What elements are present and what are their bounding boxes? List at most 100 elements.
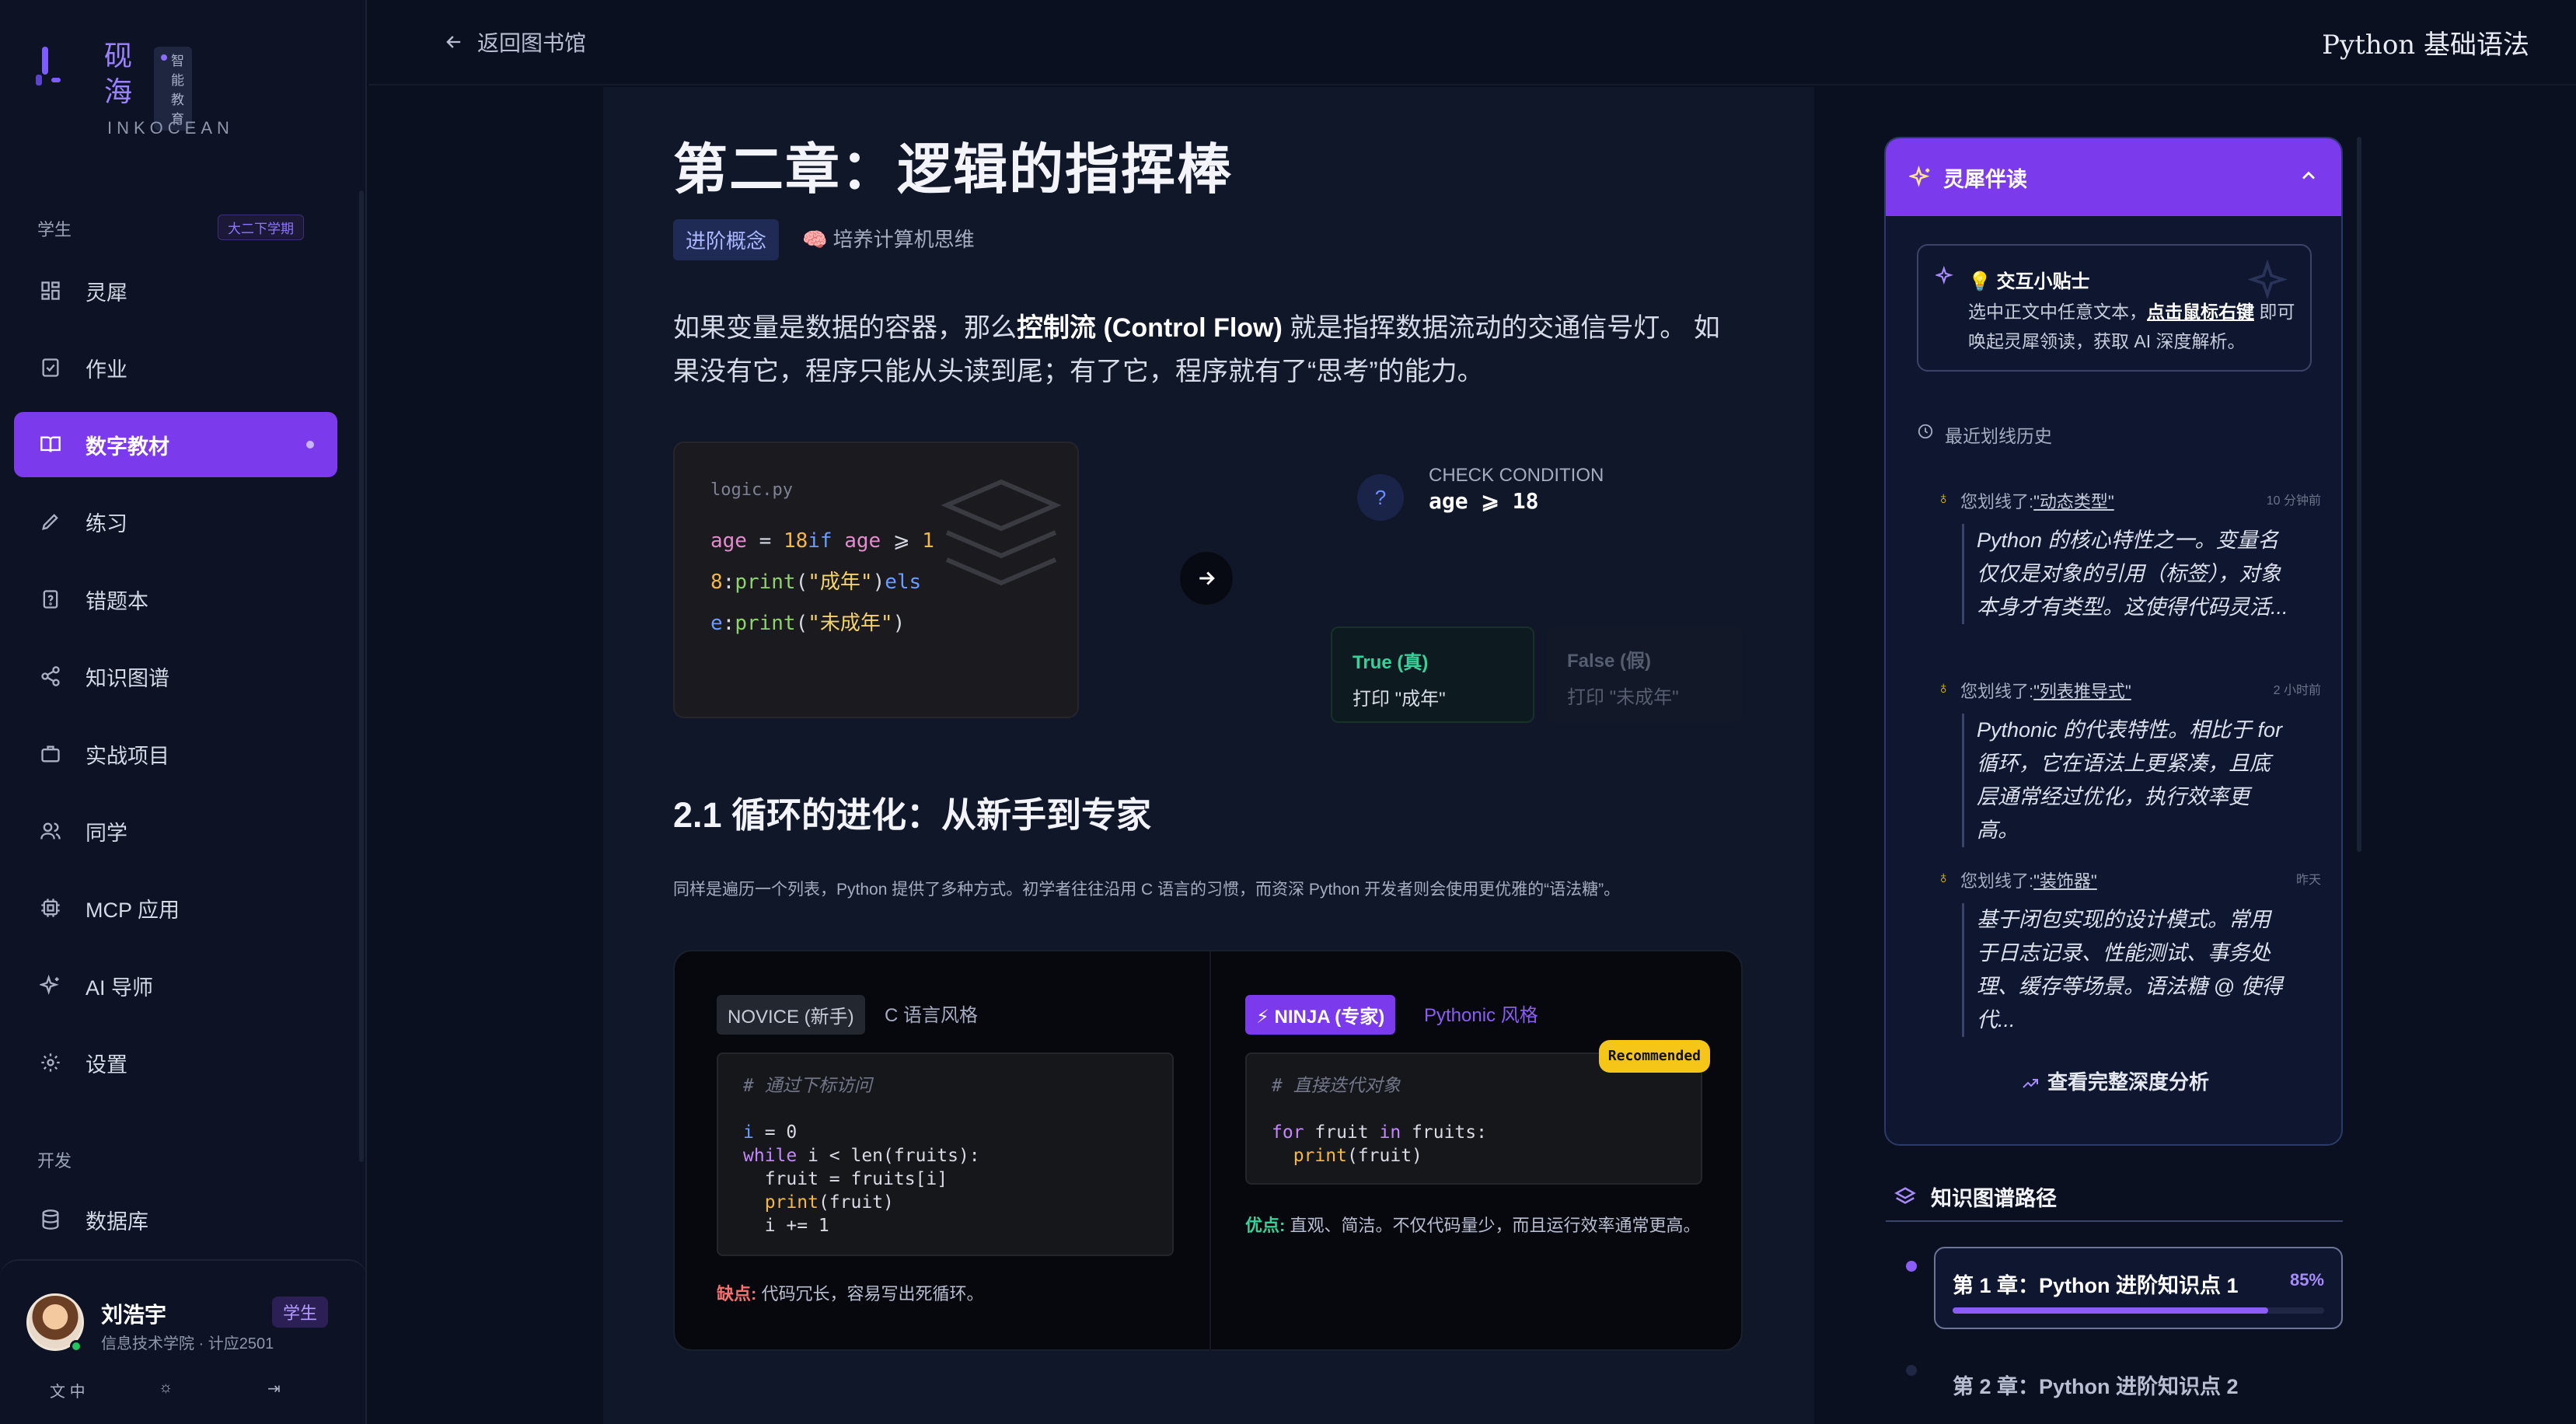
sun-icon: ☼ (159, 1379, 173, 1396)
history-excerpt: Pythonic 的代表特性。相比于 for 循环，它在语法上更紧凑，且底层通常… (1962, 714, 2288, 847)
clock-icon (1918, 424, 1933, 439)
panel-scrollbar[interactable] (2357, 137, 2361, 852)
knowledge-item-chapter-1[interactable]: 第 1 章：Python 进阶知识点 1 85% (1934, 1247, 2343, 1329)
user-org: 信息技术学院 · 计应2501 (101, 1335, 274, 1352)
trending-up-icon (2023, 1079, 2038, 1088)
history-prefix: 您划线了: (1960, 871, 2034, 891)
layers-icon (941, 479, 1062, 586)
history-excerpt: 基于闭包实现的设计模式。常用于日志记录、性能测试、事务处理、缓存等场景。语法糖 … (1962, 903, 2288, 1037)
database-icon (39, 1208, 62, 1231)
sidebar-scrollbar[interactable] (359, 190, 364, 1162)
history-time: 昨天 (2295, 874, 2321, 887)
user-name: 刘浩宇 (101, 1303, 167, 1327)
language-toggle[interactable]: 文 中 (50, 1379, 159, 1401)
history-label-text: 最近划线历史 (1945, 426, 2052, 446)
sidebar-item-settings[interactable]: 设置 (14, 1030, 337, 1095)
article: 第二章：逻辑的指挥棒 进阶概念 🧠 培养计算机思维 如果变量是数据的容器，那么控… (603, 87, 1814, 1424)
logout-button[interactable]: ⇥ (267, 1379, 376, 1401)
recommended-badge: Recommended (1598, 1040, 1710, 1073)
section-description: 同样是遍历一个列表，Python 提供了多种方式。初学者往往沿用 C 语言的习惯… (673, 881, 1621, 899)
knowledge-item-chapter-2[interactable]: 第 2 章：Python 进阶知识点 2 (1953, 1370, 2239, 1400)
sidebar-item-lingxi[interactable]: 灵犀 (14, 258, 337, 323)
gear-icon (39, 1051, 62, 1074)
panel-header[interactable]: 灵犀伴读 (1886, 138, 2341, 216)
language-label: 中 (69, 1384, 86, 1401)
sidebar-item-mcp-apps[interactable]: MCP 应用 (14, 875, 337, 941)
sidebar-item-database[interactable]: 数据库 (14, 1187, 337, 1252)
sidebar-item-label: 实战项目 (86, 744, 169, 768)
code-filename: logic.py (710, 480, 793, 500)
tip-title: 💡 交互小贴士 (1968, 271, 2090, 292)
sidebar-item-label: 错题本 (86, 589, 148, 613)
sidebar-item-classmates[interactable]: 同学 (14, 798, 337, 864)
topbar: 返回图书馆 Python 基础语法 (368, 0, 2576, 86)
book-open-icon (39, 433, 62, 456)
history-prefix: 您划线了: (1960, 682, 2034, 701)
sidebar-item-label: 知识图谱 (86, 666, 169, 690)
sidebar-item-projects[interactable]: 实战项目 (14, 721, 337, 787)
ninja-column: ⚡ NINJA (专家) Pythonic 风格 # 直接迭代对象 for fr… (1209, 951, 1744, 1352)
path-node (1906, 1365, 1917, 1376)
view-full-analysis-link[interactable]: 查看完整深度分析 (1886, 1066, 2341, 1095)
sidebar-item-label: 灵犀 (86, 281, 127, 305)
branch-true-label: True (真) (1353, 652, 1429, 673)
chevron-up-icon[interactable] (2298, 165, 2319, 187)
flow-arrow-icon (1180, 552, 1233, 605)
clipboard-check-icon (39, 356, 62, 379)
novice-note: 缺点: 代码冗长，容易写出死循环。 (717, 1281, 983, 1307)
cpu-icon (39, 896, 62, 920)
section-heading: 2.1 循环的进化：从新手到专家 (673, 795, 1152, 835)
progress-fill (1953, 1307, 2269, 1314)
sidebar-item-digital-textbook[interactable]: 数字教材 (14, 412, 337, 477)
goal-tag: 🧠 培养计算机思维 (802, 228, 975, 251)
logic-code-card: logic.py age = 18if age ⩾ 18:print("成年")… (673, 442, 1079, 718)
ninja-note: 优点: 直观、简洁。不仅代码量少，而且运行效率通常更高。 (1245, 1213, 1704, 1239)
history-item[interactable]: ♁ 您划线了:"装饰器" 昨天 基于闭包实现的设计模式。常用于日志记录、性能测试、事… (1932, 867, 2321, 1037)
history-term[interactable]: "装饰器" (2033, 871, 2097, 891)
brand-logo[interactable]: 砚海 智能教育 INKOCEAN (36, 39, 229, 138)
novice-code-block[interactable]: # 通过下标访问 i = 0 while i < len(fruits): fr… (717, 1052, 1174, 1256)
briefcase-icon (39, 742, 62, 766)
code-snippet[interactable]: age = 18if age ⩾ 18:print("成年")else:prin… (710, 521, 944, 644)
back-to-library-link[interactable]: 返回图书馆 (443, 26, 586, 58)
sidebar-item-label: MCP 应用 (86, 898, 180, 922)
knowledge-path-heading: 知识图谱路径 (1894, 1181, 2057, 1212)
grid-icon (39, 279, 62, 302)
ninja-badge: ⚡ NINJA (专家) (1245, 995, 1396, 1035)
sidebar-item-homework[interactable]: 作业 (14, 335, 337, 400)
knowledge-path-title: 知识图谱路径 (1931, 1187, 2057, 1210)
layers-icon (1894, 1186, 1916, 1204)
history-excerpt: Python 的核心特性之一。变量名仅仅是对象的引用（标签），对象本身才有类型。… (1962, 524, 2288, 624)
term-badge: 大二下学期 (218, 215, 304, 240)
novice-code-comment: # 通过下标访问 (743, 1076, 872, 1096)
history-term[interactable]: "动态类型" (2033, 492, 2114, 511)
ninja-note-text: 直观、简洁。不仅代码量少，而且运行效率通常更高。 (1285, 1216, 1701, 1235)
branch-false-card[interactable]: False (假) 打印 "未成年" (1547, 626, 1743, 723)
knowledge-item-name: 第 1 章：Python 进阶知识点 1 (1953, 1274, 2239, 1297)
sidebar-item-ai-tutor[interactable]: AI 导师 (14, 953, 337, 1018)
brand-name-en: INKOCEAN (107, 118, 234, 138)
sidebar-item-knowledge-graph[interactable]: 知识图谱 (14, 644, 337, 709)
brand-name-cn: 砚海 (104, 40, 133, 108)
view-full-analysis-label: 查看完整深度分析 (2047, 1070, 2209, 1094)
sidebar-item-label: 同学 (86, 821, 127, 845)
history-term[interactable]: "列表推导式" (2033, 682, 2131, 701)
branch-true-card[interactable]: True (真) 打印 "成年" (1331, 626, 1534, 723)
intro-paragraph[interactable]: 如果变量是数据的容器，那么控制流 (Control Flow) 就是指挥数据流动… (673, 306, 1730, 393)
history-item[interactable]: ♁ 您划线了:"列表推导式" 2 小时前 Pythonic 的代表特性。相比于 fo… (1932, 678, 2321, 847)
panel-title: 灵犀伴读 (1943, 167, 2027, 191)
check-condition-label: CHECK CONDITION (1429, 465, 1604, 486)
theme-toggle[interactable]: ☼ (159, 1379, 267, 1401)
sidebar-item-label: 数据库 (86, 1209, 148, 1234)
back-link-label: 返回图书馆 (477, 31, 587, 55)
progress-track (1953, 1307, 2324, 1314)
history-item[interactable]: ♁ 您划线了:"动态类型" 10 分钟前 Python 的核心特性之一。变量名仅仅是… (1932, 488, 2321, 624)
sidebar-item-practice[interactable]: 练习 (14, 489, 337, 554)
sidebar-item-label: AI 导师 (86, 976, 154, 1000)
path-node-active (1906, 1261, 1917, 1272)
sidebar-item-mistakes[interactable]: 错题本 (14, 567, 337, 632)
user-card[interactable]: 刘浩宇 学生 信息技术学院 · 计应2501 文 中 ☼ ⇥ (0, 1259, 367, 1424)
document-title: Python 基础语法 (2322, 30, 2529, 61)
branch-true-action: 打印 "成年" (1353, 689, 1446, 710)
ninja-code-block[interactable]: # 直接迭代对象 for fruit in fruits: print(frui… (1245, 1040, 1710, 1185)
